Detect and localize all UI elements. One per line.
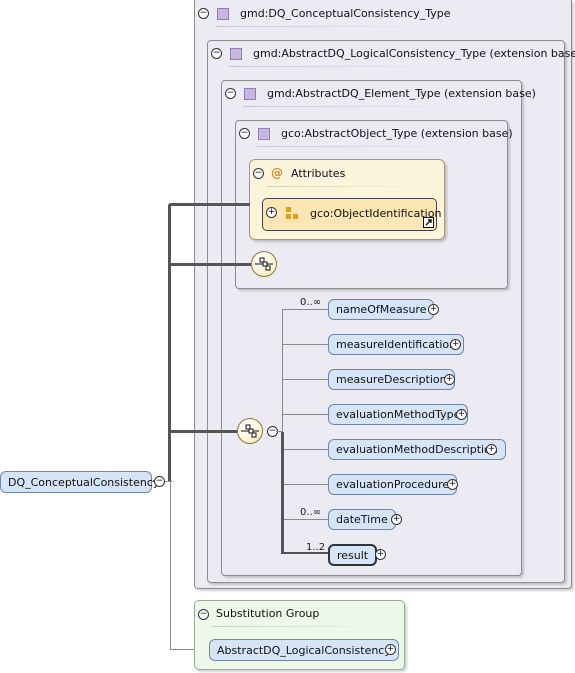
complex-type-icon	[244, 88, 256, 100]
collapse-toggle[interactable]: −	[253, 168, 264, 179]
expand-toggle[interactable]: +	[444, 374, 455, 385]
connector-line	[168, 203, 250, 206]
outer-type-label: gmd:DQ_ConceptualConsistency_Type	[240, 7, 451, 20]
element-label: result	[337, 548, 369, 562]
connector-line	[168, 430, 237, 433]
element-measure-description[interactable]: measureDescription	[328, 369, 455, 390]
substitution-element-label: AbstractDQ_LogicalConsistency	[217, 643, 391, 657]
element-evaluation-method-description[interactable]: evaluationMethodDescription	[328, 439, 506, 460]
attribute-at-icon: @	[271, 166, 283, 180]
expand-toggle[interactable]: +	[375, 549, 386, 560]
root-element-label: DQ_ConceptualConsistency	[8, 475, 160, 489]
collapse-toggle[interactable]: −	[198, 609, 209, 620]
branch-line	[282, 449, 328, 450]
element-label: dateTime	[336, 513, 388, 526]
branch-line	[282, 344, 328, 345]
logical-type-label: gmd:AbstractDQ_LogicalConsistency_Type (…	[253, 47, 575, 60]
expand-toggle[interactable]: +	[486, 444, 497, 455]
expand-toggle[interactable]: +	[266, 207, 277, 218]
expand-toggle[interactable]: +	[456, 409, 467, 420]
collapse-toggle[interactable]: −	[225, 88, 236, 99]
element-label: evaluationMethodDescription	[336, 443, 498, 456]
separator	[267, 186, 427, 187]
substitution-group-title: Substitution Group	[216, 607, 320, 620]
connector-line	[168, 263, 251, 266]
element-type-label: gmd:AbstractDQ_Element_Type (extension b…	[267, 87, 536, 100]
element-label: evaluationMethodType	[336, 408, 461, 421]
separator	[212, 626, 382, 627]
element-label: evaluationProcedure	[336, 478, 450, 491]
separator	[243, 106, 463, 107]
separator	[216, 26, 436, 27]
element-evaluation-method-type[interactable]: evaluationMethodType	[328, 404, 469, 425]
sequence-compositor-icon[interactable]	[237, 418, 263, 444]
shortcut-arrow-icon[interactable]	[423, 217, 434, 228]
expand-toggle[interactable]: +	[428, 304, 439, 315]
collapse-toggle[interactable]: −	[154, 476, 165, 487]
branch-line	[282, 414, 328, 415]
element-name-of-measure[interactable]: nameOfMeasure	[328, 299, 435, 320]
branch-line	[282, 484, 328, 485]
complex-type-icon	[217, 8, 229, 20]
separator	[257, 146, 457, 147]
multiplicity-label: 0..∞	[300, 507, 322, 518]
root-element[interactable]: DQ_ConceptualConsistency	[0, 471, 159, 493]
element-label: nameOfMeasure	[336, 303, 427, 316]
element-measure-identification[interactable]: measureIdentification	[328, 334, 465, 355]
object-type-label: gco:AbstractObject_Type (extension base)	[281, 127, 513, 140]
element-label: measureDescription	[336, 373, 447, 386]
expand-toggle[interactable]: +	[385, 644, 396, 655]
element-label: measureIdentification	[336, 338, 457, 351]
attribute-group-label: gco:ObjectIdentification	[310, 207, 442, 220]
separator	[229, 66, 449, 67]
branch-line	[282, 519, 328, 520]
complex-type-icon	[258, 128, 270, 140]
complex-type-icon	[230, 48, 242, 60]
connector-line	[168, 203, 171, 482]
collapse-toggle[interactable]: −	[239, 128, 250, 139]
attribute-group-icon	[286, 207, 298, 219]
substitution-line	[170, 482, 171, 650]
collapse-toggle[interactable]: −	[211, 48, 222, 59]
branch-line	[282, 379, 328, 380]
branch-line	[282, 309, 328, 310]
multiplicity-label: 0..∞	[300, 297, 322, 308]
expand-toggle[interactable]: +	[450, 339, 461, 350]
element-evaluation-procedure[interactable]: evaluationProcedure	[328, 474, 458, 495]
element-result[interactable]: result	[328, 544, 378, 566]
expand-toggle[interactable]: +	[447, 479, 458, 490]
branch-line	[281, 432, 284, 554]
attributes-title: Attributes	[291, 167, 346, 180]
expand-toggle[interactable]: +	[391, 514, 402, 525]
sequence-compositor-icon[interactable]	[251, 251, 277, 277]
substitution-element[interactable]: AbstractDQ_LogicalConsistency	[209, 639, 399, 661]
multiplicity-label: 1..2	[306, 542, 326, 553]
collapse-toggle[interactable]: −	[198, 8, 209, 19]
element-date-time[interactable]: dateTime	[328, 509, 396, 530]
